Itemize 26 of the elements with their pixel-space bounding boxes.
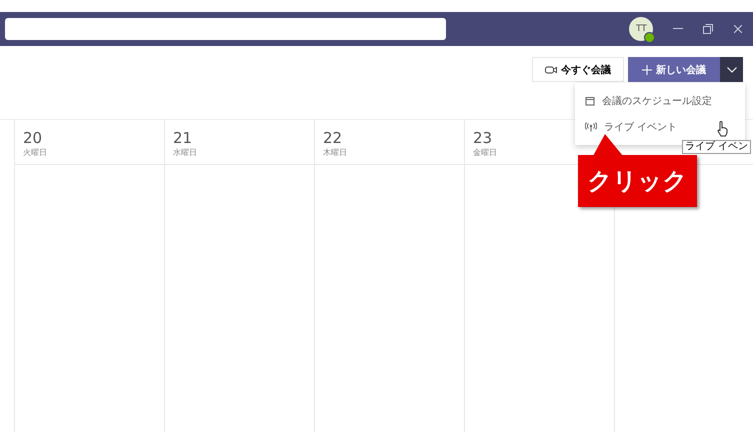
weekday-label: 火曜日 bbox=[23, 147, 48, 158]
new-meeting-button[interactable]: 新しい会議 bbox=[628, 57, 720, 82]
minimize-icon bbox=[673, 28, 684, 30]
video-camera-icon bbox=[545, 64, 557, 74]
weekday-label: 金曜日 bbox=[473, 147, 498, 158]
menu-item[interactable]: ライブ イベント bbox=[575, 114, 745, 140]
menu-item[interactable]: 会議のスケジュール設定 bbox=[575, 88, 745, 114]
meet-now-button[interactable]: 今すぐ会議 bbox=[532, 57, 624, 82]
day-number: 21 bbox=[173, 129, 194, 147]
chevron-down-icon bbox=[726, 66, 736, 72]
calendar-icon bbox=[585, 96, 595, 106]
weekday-label: 木曜日 bbox=[323, 147, 348, 158]
hand-cursor-icon bbox=[717, 121, 729, 137]
maximize-icon bbox=[703, 24, 714, 34]
day-number: 22 bbox=[323, 129, 344, 147]
search-field[interactable] bbox=[5, 18, 446, 40]
day-number: 23 bbox=[473, 129, 494, 147]
tooltip: ライブ イベン bbox=[682, 140, 751, 154]
broadcast-icon bbox=[585, 122, 597, 132]
close-icon bbox=[734, 25, 742, 33]
plus-icon bbox=[642, 64, 652, 74]
day-number: 20 bbox=[23, 129, 44, 147]
avatar[interactable]: TT bbox=[629, 17, 654, 41]
dropdown-button[interactable] bbox=[720, 57, 743, 82]
callout-arrow bbox=[593, 134, 623, 156]
weekday-label: 水曜日 bbox=[173, 147, 198, 158]
